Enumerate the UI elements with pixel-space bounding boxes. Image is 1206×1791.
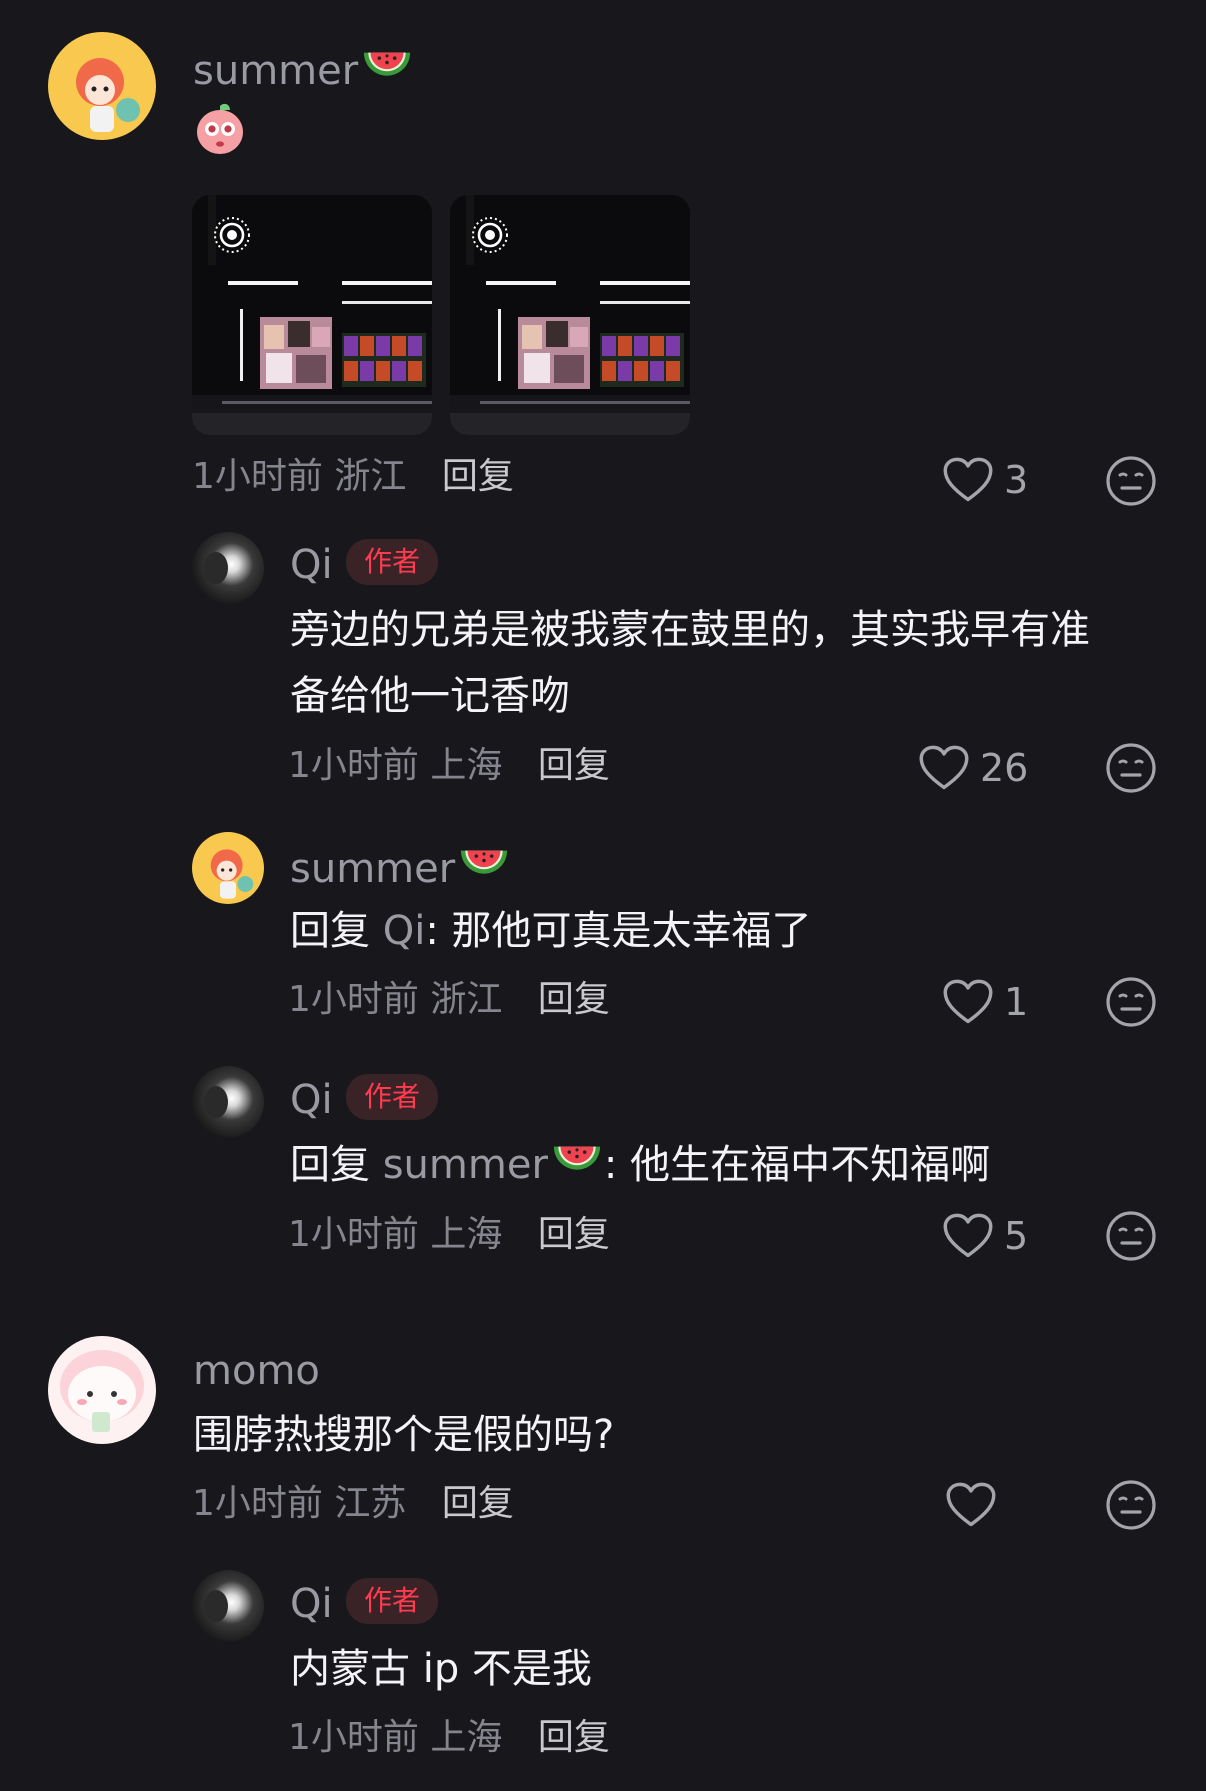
comment-time: 1小时前 [192, 1483, 323, 1524]
photo-thumbnail[interactable] [192, 195, 432, 435]
reply-location: 上海 [430, 1214, 503, 1255]
reply-text-line: 备给他一记香吻 [290, 673, 570, 719]
reply-text: 旁边的兄弟是被我蒙在鼓里的，其实我早有准 备给他一记香吻 [290, 597, 1090, 729]
meh-face-icon [1105, 1479, 1157, 1531]
comment-username[interactable]: summer [193, 46, 414, 91]
avatar-qi[interactable] [192, 1066, 264, 1138]
watermelon-icon [550, 1140, 604, 1184]
meh-face-icon [1105, 455, 1157, 507]
dislike-button[interactable] [1105, 1210, 1157, 1266]
meh-face-icon [1105, 742, 1157, 794]
reply-button[interactable]: 回复 [538, 1214, 610, 1255]
reply-meta: 1小时前 浙江 回复 [288, 982, 610, 1018]
reply-meta: 1小时前 上海 回复 [288, 1720, 610, 1756]
comment-username[interactable]: momo [193, 1351, 320, 1391]
comment-text: 围脖热搜那个是假的吗? [193, 1412, 615, 1458]
author-badge: 作者 [346, 1074, 439, 1120]
like-count: 1 [1004, 980, 1029, 1024]
reply-button[interactable]: 回复 [538, 979, 610, 1020]
live-photo-icon [470, 215, 510, 255]
like-button[interactable]: 26 [918, 744, 1028, 792]
reply-meta: 1小时前 上海 回复 [288, 748, 610, 784]
reply-username[interactable]: summer [290, 844, 511, 889]
like-button[interactable] [945, 1481, 1007, 1529]
mention-link[interactable]: Qi [383, 908, 426, 954]
dislike-button[interactable] [1105, 455, 1157, 511]
dislike-button[interactable] [1105, 976, 1157, 1032]
meh-face-icon [1105, 976, 1157, 1028]
heart-outline-icon [942, 978, 994, 1026]
like-button[interactable]: 1 [942, 978, 1028, 1026]
mention-link[interactable]: summer [383, 1142, 604, 1188]
avatar-summer[interactable] [48, 32, 156, 140]
live-photo-icon [212, 215, 252, 255]
reply-text-line: 旁边的兄弟是被我蒙在鼓里的，其实我早有准 [290, 607, 1090, 653]
watermelon-icon [457, 844, 511, 888]
reply-button[interactable]: 回复 [538, 745, 610, 786]
author-badge: 作者 [346, 539, 439, 585]
author-badge: 作者 [346, 1578, 439, 1624]
reply-text: 回复 Qi: 那他可真是太幸福了 [290, 898, 812, 964]
reply-location: 上海 [430, 1717, 503, 1758]
reply-prefix: 回复 [290, 1142, 370, 1188]
reply-time: 1小时前 [288, 745, 419, 786]
heart-outline-icon [945, 1481, 997, 1529]
reply-button[interactable]: 回复 [442, 456, 514, 497]
like-count: 3 [1004, 458, 1029, 502]
reply-text: 内蒙古 ip 不是我 [290, 1646, 592, 1692]
photo-thumbnail[interactable] [450, 195, 690, 435]
reply-time: 1小时前 [288, 1214, 419, 1255]
heart-outline-icon [918, 744, 970, 792]
like-count: 26 [980, 746, 1029, 790]
comment-time: 1小时前 [192, 456, 323, 497]
reply-time: 1小时前 [288, 979, 419, 1020]
like-button[interactable]: 3 [942, 456, 1028, 504]
comment-location: 江苏 [334, 1483, 407, 1524]
watermelon-icon [360, 46, 414, 90]
meh-face-icon [1105, 1210, 1157, 1262]
reply-username[interactable]: Qi [290, 545, 333, 585]
avatar-momo[interactable] [48, 1336, 156, 1444]
reply-meta: 1小时前 上海 回复 [288, 1217, 610, 1253]
reply-button[interactable]: 回复 [538, 1717, 610, 1758]
reply-prefix: 回复 [290, 908, 370, 954]
heart-outline-icon [942, 1212, 994, 1260]
reply-body: : 那他可真是太幸福了 [425, 908, 812, 954]
reply-username[interactable]: Qi [290, 1584, 333, 1624]
reply-time: 1小时前 [288, 1717, 419, 1758]
comment-location: 浙江 [334, 456, 407, 497]
reply-username[interactable]: Qi [290, 1080, 333, 1120]
dislike-button[interactable] [1105, 1479, 1157, 1535]
like-button[interactable]: 5 [942, 1212, 1028, 1260]
dislike-button[interactable] [1105, 742, 1157, 798]
heart-outline-icon [942, 456, 994, 504]
reply-text: 回复 summer: 他生在福中不知福啊 [290, 1132, 990, 1198]
avatar-qi[interactable] [192, 1570, 264, 1642]
reply-location: 浙江 [430, 979, 503, 1020]
comment-meta: 1小时前 浙江 回复 [192, 459, 514, 495]
reply-body: : 他生在福中不知福啊 [603, 1142, 991, 1188]
reply-button[interactable]: 回复 [442, 1483, 514, 1524]
peach-sticker[interactable] [194, 102, 246, 160]
comment-meta: 1小时前 江苏 回复 [192, 1486, 514, 1522]
avatar-qi[interactable] [192, 532, 264, 604]
reply-location: 上海 [430, 745, 503, 786]
avatar-summer[interactable] [192, 832, 264, 904]
like-count: 5 [1004, 1214, 1029, 1258]
